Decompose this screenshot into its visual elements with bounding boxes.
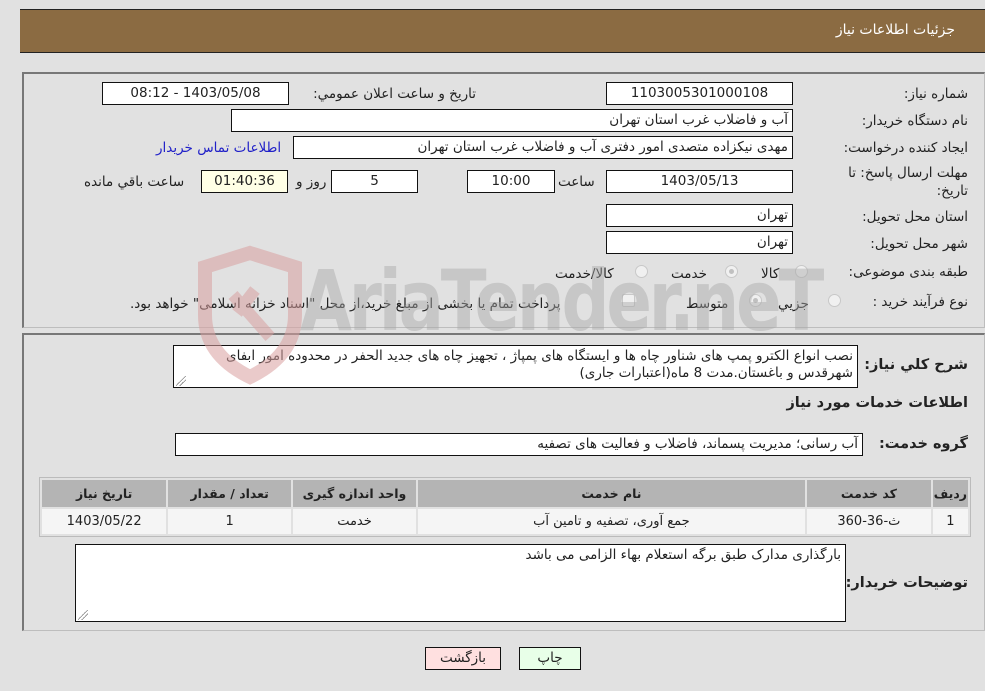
buyer-contact-link[interactable]: اطلاعات تماس خريدار <box>156 140 281 156</box>
remaining-time-field: 01:40:36 <box>201 170 288 193</box>
delivery-city-field: تهران <box>606 231 793 254</box>
buyer-org-field: آب و فاضلاب غرب استان تهران <box>231 109 793 132</box>
col-unit: واحد اندازه گيری <box>293 480 416 507</box>
announce-datetime-label: تاريخ و ساعت اعلان عمومي: <box>313 86 476 102</box>
print-button[interactable]: چاپ <box>519 647 581 670</box>
category-radio-service[interactable] <box>725 265 738 278</box>
cell-service-code: ث-36-360 <box>806 509 931 534</box>
col-service-code: کد خدمت <box>806 480 931 507</box>
resize-grip-icon[interactable] <box>78 610 88 620</box>
services-table: رديف کد خدمت نام خدمت واحد اندازه گيری ت… <box>39 477 971 537</box>
col-row-number: رديف <box>932 480 968 507</box>
services-table-header: رديف کد خدمت نام خدمت واحد اندازه گيری ت… <box>42 480 968 507</box>
requester-label: ايجاد کننده درخواست: <box>843 140 968 156</box>
cell-service-name: جمع آوری، تصفیه و تامین آب <box>417 509 805 534</box>
cell-quantity: 1 <box>168 509 292 534</box>
col-need-date: تاريخ نياز <box>42 480 167 507</box>
page-title: جزئیات اطلاعات نیاز <box>835 22 955 38</box>
purchase-option-minor: جزيي <box>778 296 809 312</box>
page-header: جزئیات اطلاعات نیاز <box>20 9 985 53</box>
table-row: 1 ث-36-360 جمع آوری، تصفیه و تامین آب خد… <box>42 509 968 534</box>
purchase-radio-medium[interactable] <box>749 294 762 307</box>
delivery-province-label: استان محل تحويل: <box>862 209 968 225</box>
remaining-time-label: ساعت باقي مانده <box>84 174 185 190</box>
category-label: طبقه بندی موضوعی: <box>848 264 968 280</box>
services-section-title: اطلاعات خدمات مورد نياز <box>786 395 968 411</box>
announce-datetime-field: 1403/05/08 - 08:12 <box>102 82 289 105</box>
cell-row-number: 1 <box>932 509 968 534</box>
col-service-name: نام خدمت <box>417 480 805 507</box>
cell-unit: خدمت <box>293 509 416 534</box>
purchase-option-medium: متوسط <box>686 296 729 312</box>
buyer-notes-field: بارگذاری مدارک طبق برگه استعلام بهاء الز… <box>75 544 846 622</box>
deadline-days-field: 5 <box>331 170 418 193</box>
delivery-city-label: شهر محل تحويل: <box>870 236 968 252</box>
description-field: نصب انواع الکترو پمپ های شناور چاه ها و … <box>173 345 858 388</box>
deadline-time-field: 10:00 <box>467 170 555 193</box>
category-option-goods: کالا <box>761 266 780 282</box>
description-label: شرح کلي نياز: <box>864 357 968 373</box>
service-group-field: آب رسانی؛ مدیریت پسماند، فاضلاب و فعالیت… <box>175 433 863 456</box>
deadline-days-label: روز و <box>296 174 327 190</box>
resize-grip-icon[interactable] <box>176 376 186 386</box>
service-group-label: گروه خدمت: <box>878 436 968 452</box>
purchase-type-label: نوع فرآيند خريد : <box>872 294 968 310</box>
purchase-radio-minor[interactable] <box>828 294 841 307</box>
deadline-time-label: ساعت <box>558 174 595 190</box>
requester-field: مهدی نیکزاده متصدی امور دفتری آب و فاضلا… <box>293 136 793 159</box>
buyer-org-label: نام دستگاه خريدار: <box>861 113 968 129</box>
buyer-notes-text: بارگذاری مدارک طبق برگه استعلام بهاء الز… <box>525 547 842 563</box>
col-quantity: تعداد / مقدار <box>168 480 292 507</box>
cell-need-date: 1403/05/22 <box>42 509 167 534</box>
treasury-checkbox[interactable] <box>622 294 635 307</box>
need-number-label: شماره نیاز: <box>903 86 968 102</box>
category-radio-goods-service[interactable] <box>635 265 648 278</box>
treasury-checkbox-label: پرداخت تمام يا بخشی از مبلغ خريد،از محل … <box>130 296 561 312</box>
buyer-notes-label: توضيحات خريدار: <box>845 575 968 591</box>
category-option-service: خدمت <box>671 266 707 282</box>
need-number-field: 1103005301000108 <box>606 82 793 105</box>
back-button[interactable]: بازگشت <box>425 647 501 670</box>
deadline-date-field: 1403/05/13 <box>606 170 793 193</box>
delivery-province-field: تهران <box>606 204 793 227</box>
category-option-goods-service: کالا/خدمت <box>555 266 614 282</box>
deadline-label: مهلت ارسال پاسخ: تا تاریخ: <box>848 165 968 199</box>
description-text: نصب انواع الکترو پمپ های شناور چاه ها و … <box>226 348 853 381</box>
category-radio-goods[interactable] <box>795 265 808 278</box>
